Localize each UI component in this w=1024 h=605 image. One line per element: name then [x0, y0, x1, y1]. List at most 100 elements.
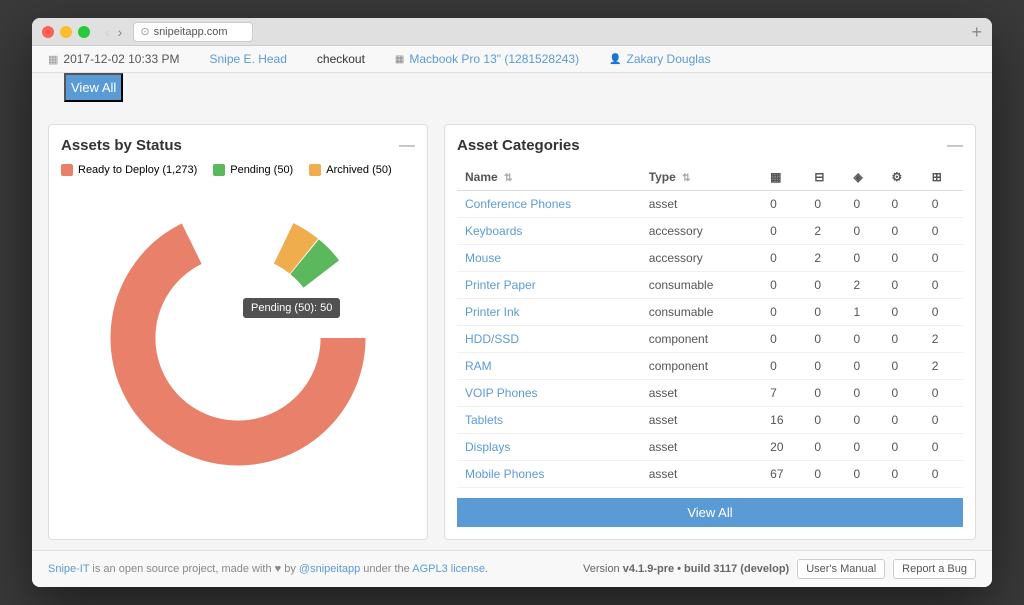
category-c7: 0 [924, 461, 963, 488]
back-button[interactable]: ‹ [102, 24, 113, 40]
category-name-link[interactable]: Printer Ink [465, 305, 520, 319]
license-link[interactable]: AGPL3 license [412, 563, 485, 575]
table-row: Tablets asset 16 0 0 0 0 [457, 407, 963, 434]
donut-svg [88, 188, 388, 488]
category-c6: 0 [883, 461, 923, 488]
category-name-link[interactable]: Conference Phones [465, 197, 571, 211]
assets-panel-minimize[interactable]: — [399, 138, 415, 154]
forward-button[interactable]: › [115, 24, 126, 40]
minimize-button[interactable] [60, 26, 72, 38]
manual-button[interactable]: User's Manual [797, 559, 885, 579]
category-name-link[interactable]: HDD/SSD [465, 332, 519, 346]
snipeit-link[interactable]: Snipe-IT [48, 563, 89, 575]
name-sort-icon[interactable]: ⇅ [504, 173, 512, 184]
category-name-link[interactable]: Tablets [465, 413, 503, 427]
category-c3: 0 [762, 353, 806, 380]
footer: Snipe-IT is an open source project, made… [32, 550, 992, 587]
category-c5: 0 [846, 407, 884, 434]
donut-chart: Pending (50): 50 [88, 188, 388, 488]
asset-categories-panel: Asset Categories — Name ⇅ Type ⇅ [444, 124, 976, 540]
type-sort-icon[interactable]: ⇅ [682, 173, 690, 184]
version-text: Version v4.1.9-pre • build 3117 (develop… [583, 563, 789, 575]
close-button[interactable] [42, 26, 54, 38]
accessories-icon: ⊟ [814, 170, 824, 184]
col-icon1: ▦ [762, 164, 806, 191]
assets-panel-title: Assets by Status [61, 137, 182, 154]
category-c7: 0 [924, 407, 963, 434]
assets-panel-header: Assets by Status — [61, 137, 415, 154]
categories-panel-minimize[interactable]: — [947, 138, 963, 154]
titlebar: ‹ › ⊙ snipeitapp.com + [32, 18, 992, 46]
category-c7: 0 [924, 272, 963, 299]
legend-ready-dot [61, 164, 73, 176]
view-all-categories-button[interactable]: View All [457, 498, 963, 527]
grid-icon: ▦ [48, 53, 58, 66]
table-row: Conference Phones asset 0 0 0 0 0 [457, 191, 963, 218]
new-tab-button[interactable]: + [971, 23, 982, 41]
category-c7: 0 [924, 218, 963, 245]
categories-panel-header: Asset Categories — [457, 137, 963, 154]
notif-asset: ▦ Macbook Pro 13" (1281528243) [395, 52, 579, 66]
category-name-link[interactable]: Printer Paper [465, 278, 536, 292]
category-c5: 0 [846, 353, 884, 380]
table-row: Mouse accessory 0 2 0 0 0 [457, 245, 963, 272]
category-name-link[interactable]: VOIP Phones [465, 386, 538, 400]
category-name-link[interactable]: Mobile Phones [465, 467, 544, 481]
category-c7: 0 [924, 380, 963, 407]
table-row: HDD/SSD component 0 0 0 0 2 [457, 326, 963, 353]
footer-right: Version v4.1.9-pre • build 3117 (develop… [583, 559, 976, 579]
category-c3: 0 [762, 245, 806, 272]
notification-bar: ▦ 2017-12-02 10:33 PM Snipe E. Head chec… [32, 46, 992, 73]
category-c3: 16 [762, 407, 806, 434]
category-type: asset [641, 191, 762, 218]
legend-archived-dot [309, 164, 321, 176]
table-row: Mobile Phones asset 67 0 0 0 0 [457, 461, 963, 488]
category-c4: 0 [806, 407, 845, 434]
category-c4: 0 [806, 299, 845, 326]
category-c7: 2 [924, 353, 963, 380]
bug-button[interactable]: Report a Bug [893, 559, 976, 579]
view-all-notification-button[interactable]: View All [64, 73, 123, 102]
category-c6: 0 [883, 407, 923, 434]
category-c7: 0 [924, 191, 963, 218]
notif-asset-link[interactable]: Macbook Pro 13" (1281528243) [409, 52, 579, 66]
twitter-link[interactable]: @snipeitapp [299, 563, 360, 575]
category-c3: 0 [762, 272, 806, 299]
consumables-icon: ◈ [854, 170, 863, 184]
notif-user-link[interactable]: Snipe E. Head [210, 52, 287, 66]
category-c4: 0 [806, 272, 845, 299]
category-c3: 0 [762, 218, 806, 245]
category-c7: 0 [924, 434, 963, 461]
assets-by-status-panel: Assets by Status — Ready to Deploy (1,27… [48, 124, 428, 540]
table-row: RAM component 0 0 0 0 2 [457, 353, 963, 380]
category-c5: 0 [846, 245, 884, 272]
table-header-row: Name ⇅ Type ⇅ ▦ ⊟ [457, 164, 963, 191]
legend-archived-label: Archived (50) [326, 164, 391, 176]
category-c4: 0 [806, 353, 845, 380]
category-name-link[interactable]: Mouse [465, 251, 501, 265]
col-type: Type ⇅ [641, 164, 762, 191]
category-c6: 0 [883, 218, 923, 245]
notif-person-link[interactable]: Zakary Douglas [627, 52, 711, 66]
legend-pending-label: Pending (50) [230, 164, 293, 176]
category-c5: 0 [846, 218, 884, 245]
category-c7: 0 [924, 245, 963, 272]
url-bar[interactable]: ⊙ snipeitapp.com [133, 22, 253, 42]
legend-pending-dot [213, 164, 225, 176]
col-icon3: ◈ [846, 164, 884, 191]
category-c5: 0 [846, 434, 884, 461]
footer-text-3: under the [360, 563, 412, 575]
category-c7: 2 [924, 326, 963, 353]
legend-pending: Pending (50) [213, 164, 293, 176]
chart-legend: Ready to Deploy (1,273) Pending (50) Arc… [61, 164, 415, 176]
category-name-link[interactable]: Keyboards [465, 224, 522, 238]
category-c3: 0 [762, 299, 806, 326]
category-c6: 0 [883, 380, 923, 407]
category-c4: 0 [806, 326, 845, 353]
category-c6: 0 [883, 191, 923, 218]
category-name-link[interactable]: Displays [465, 440, 510, 454]
category-name-link[interactable]: RAM [465, 359, 492, 373]
maximize-button[interactable] [78, 26, 90, 38]
category-type: asset [641, 380, 762, 407]
col-icon4: ⚙ [883, 164, 923, 191]
